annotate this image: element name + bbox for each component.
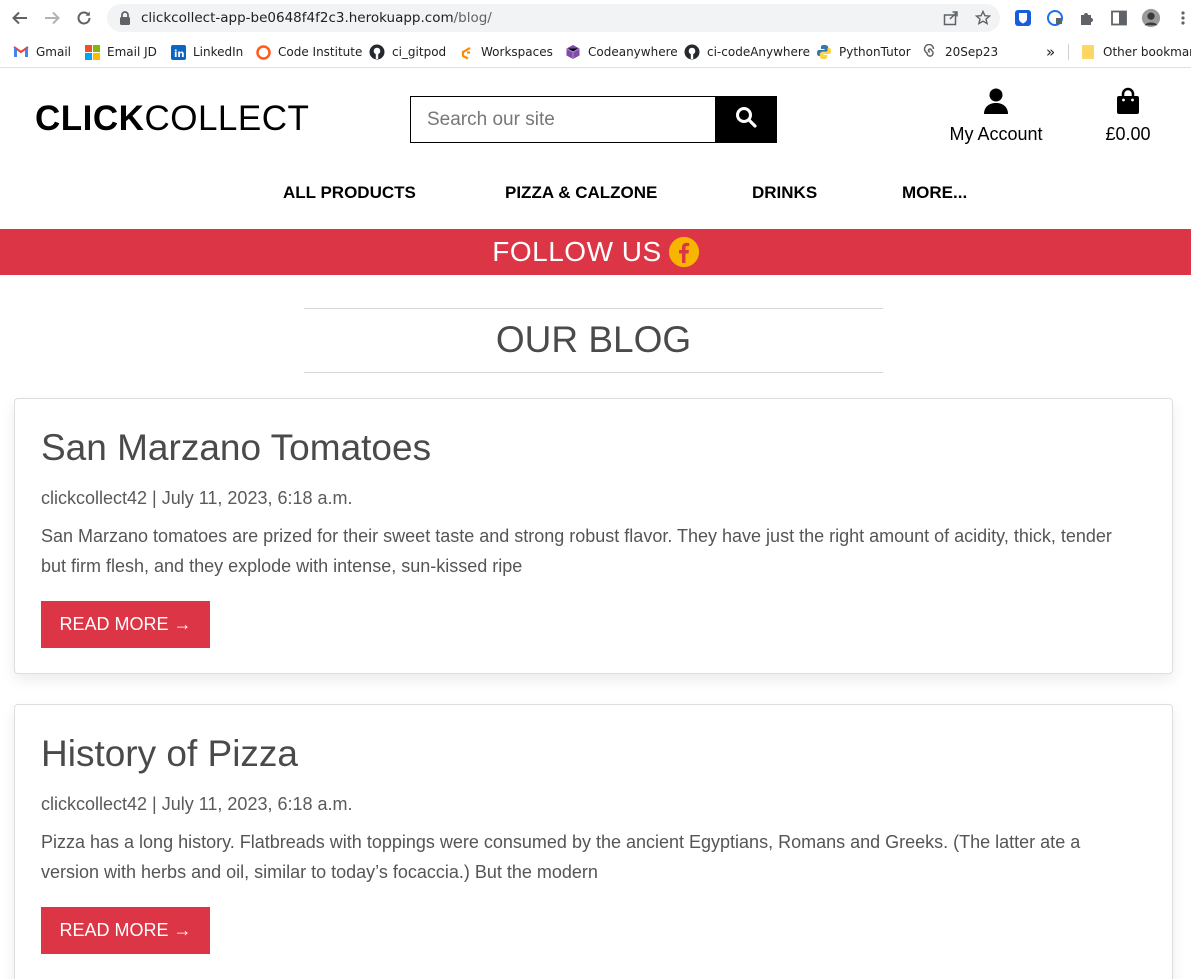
- browser-toolbar: clickcollect-app-be0648f4f2c3.herokuapp.…: [0, 0, 1191, 36]
- cube-icon: [565, 44, 581, 60]
- star-icon[interactable]: [974, 9, 992, 26]
- spiral-icon: [922, 44, 938, 60]
- bookmark-code-institute[interactable]: Code Institute: [255, 42, 362, 62]
- post-excerpt: Pizza has a long history. Flatbreads wit…: [41, 832, 1081, 882]
- github-icon: [684, 44, 700, 60]
- lock-icon: [119, 11, 131, 30]
- folder-icon: [1080, 44, 1096, 60]
- bookmark-linkedin[interactable]: in LinkedIn: [170, 42, 243, 62]
- nav-pizza-calzone[interactable]: PIZZA & CALZONE: [505, 183, 657, 203]
- back-arrow-icon[interactable]: [10, 8, 30, 28]
- bookmark-other-bookmarks[interactable]: Other bookmarks: [1080, 42, 1191, 62]
- bookmarks-bar: Gmail Email JD in LinkedIn Code Institut…: [0, 36, 1191, 68]
- search-field-wrapper: [410, 96, 716, 143]
- shopping-bag-link[interactable]: £0.00: [1098, 87, 1158, 145]
- bookmark-ci-gitpod[interactable]: ci_gitpod: [369, 42, 446, 62]
- share-icon[interactable]: [943, 10, 959, 26]
- post-excerpt: San Marzano tomatoes are prized for thei…: [41, 526, 1112, 576]
- gmail-icon: [13, 44, 29, 60]
- my-account-link[interactable]: My Account: [940, 87, 1052, 145]
- python-icon: [816, 44, 832, 60]
- bookmark-workspaces[interactable]: Workspaces: [458, 42, 553, 62]
- nav-all-products[interactable]: ALL PRODUCTS: [283, 183, 416, 203]
- bookmark-email-jd[interactable]: Email JD: [84, 42, 157, 62]
- nav-more[interactable]: MORE...: [902, 183, 967, 203]
- my-account-label: My Account: [949, 124, 1043, 144]
- page-title: OUR BLOG: [304, 308, 883, 373]
- bookmark-20sep23[interactable]: 20Sep23: [922, 42, 998, 62]
- post-title[interactable]: San Marzano Tomatoes: [41, 427, 431, 469]
- linkedin-icon: in: [170, 44, 186, 60]
- forward-arrow-icon[interactable]: [42, 8, 62, 28]
- side-panel-icon[interactable]: [1109, 8, 1129, 28]
- gitpod-icon: [458, 44, 474, 60]
- search-input[interactable]: [411, 97, 715, 142]
- bookmark-gmail[interactable]: Gmail: [13, 42, 71, 62]
- svg-text:in: in: [174, 49, 185, 60]
- bookmarks-overflow-chevron-icon[interactable]: »: [1046, 42, 1055, 62]
- password-manager-icon[interactable]: [1045, 8, 1065, 28]
- extensions-puzzle-icon[interactable]: [1077, 8, 1097, 28]
- reload-icon[interactable]: [74, 8, 94, 28]
- shopping-bag-icon: [1116, 87, 1140, 119]
- follow-us-text: FOLLOW US: [492, 236, 662, 267]
- post-title[interactable]: History of Pizza: [41, 733, 298, 775]
- blog-post-card: History of Pizza clickcollect42 | July 1…: [14, 704, 1173, 979]
- microsoft-icon: [84, 44, 100, 60]
- user-icon: [983, 88, 1009, 119]
- url-text: clickcollect-app-be0648f4f2c3.herokuapp.…: [141, 10, 492, 26]
- address-bar[interactable]: clickcollect-app-be0648f4f2c3.herokuapp.…: [107, 4, 1000, 32]
- menu-kebab-icon[interactable]: [1173, 8, 1191, 28]
- profile-avatar-icon[interactable]: [1141, 8, 1161, 28]
- bag-total: £0.00: [1105, 124, 1151, 144]
- site-logo[interactable]: CLICKCOLLECT: [35, 99, 309, 139]
- bitwarden-icon[interactable]: [1013, 8, 1033, 28]
- code-institute-icon: [255, 44, 271, 60]
- post-meta: clickcollect42 | July 11, 2023, 6:18 a.m…: [41, 794, 353, 814]
- read-more-button[interactable]: READ MORE →: [41, 907, 210, 954]
- facebook-icon[interactable]: [668, 237, 699, 267]
- github-icon: [369, 44, 385, 60]
- post-meta: clickcollect42 | July 11, 2023, 6:18 a.m…: [41, 488, 353, 508]
- search-button[interactable]: [715, 96, 777, 143]
- search-icon: [735, 106, 757, 133]
- read-more-button[interactable]: READ MORE →: [41, 601, 210, 648]
- bookmark-pythontutor[interactable]: PythonTutor: [816, 42, 911, 62]
- nav-drinks[interactable]: DRINKS: [752, 183, 817, 203]
- bookmark-codeanywhere[interactable]: Codeanywhere: [565, 42, 678, 62]
- blog-post-card: San Marzano Tomatoes clickcollect42 | Ju…: [14, 398, 1173, 674]
- follow-us-banner: FOLLOW US: [0, 229, 1191, 275]
- bookmarks-divider: [1068, 44, 1069, 60]
- bookmark-ci-codeanywhere[interactable]: ci-codeAnywhere: [684, 42, 810, 62]
